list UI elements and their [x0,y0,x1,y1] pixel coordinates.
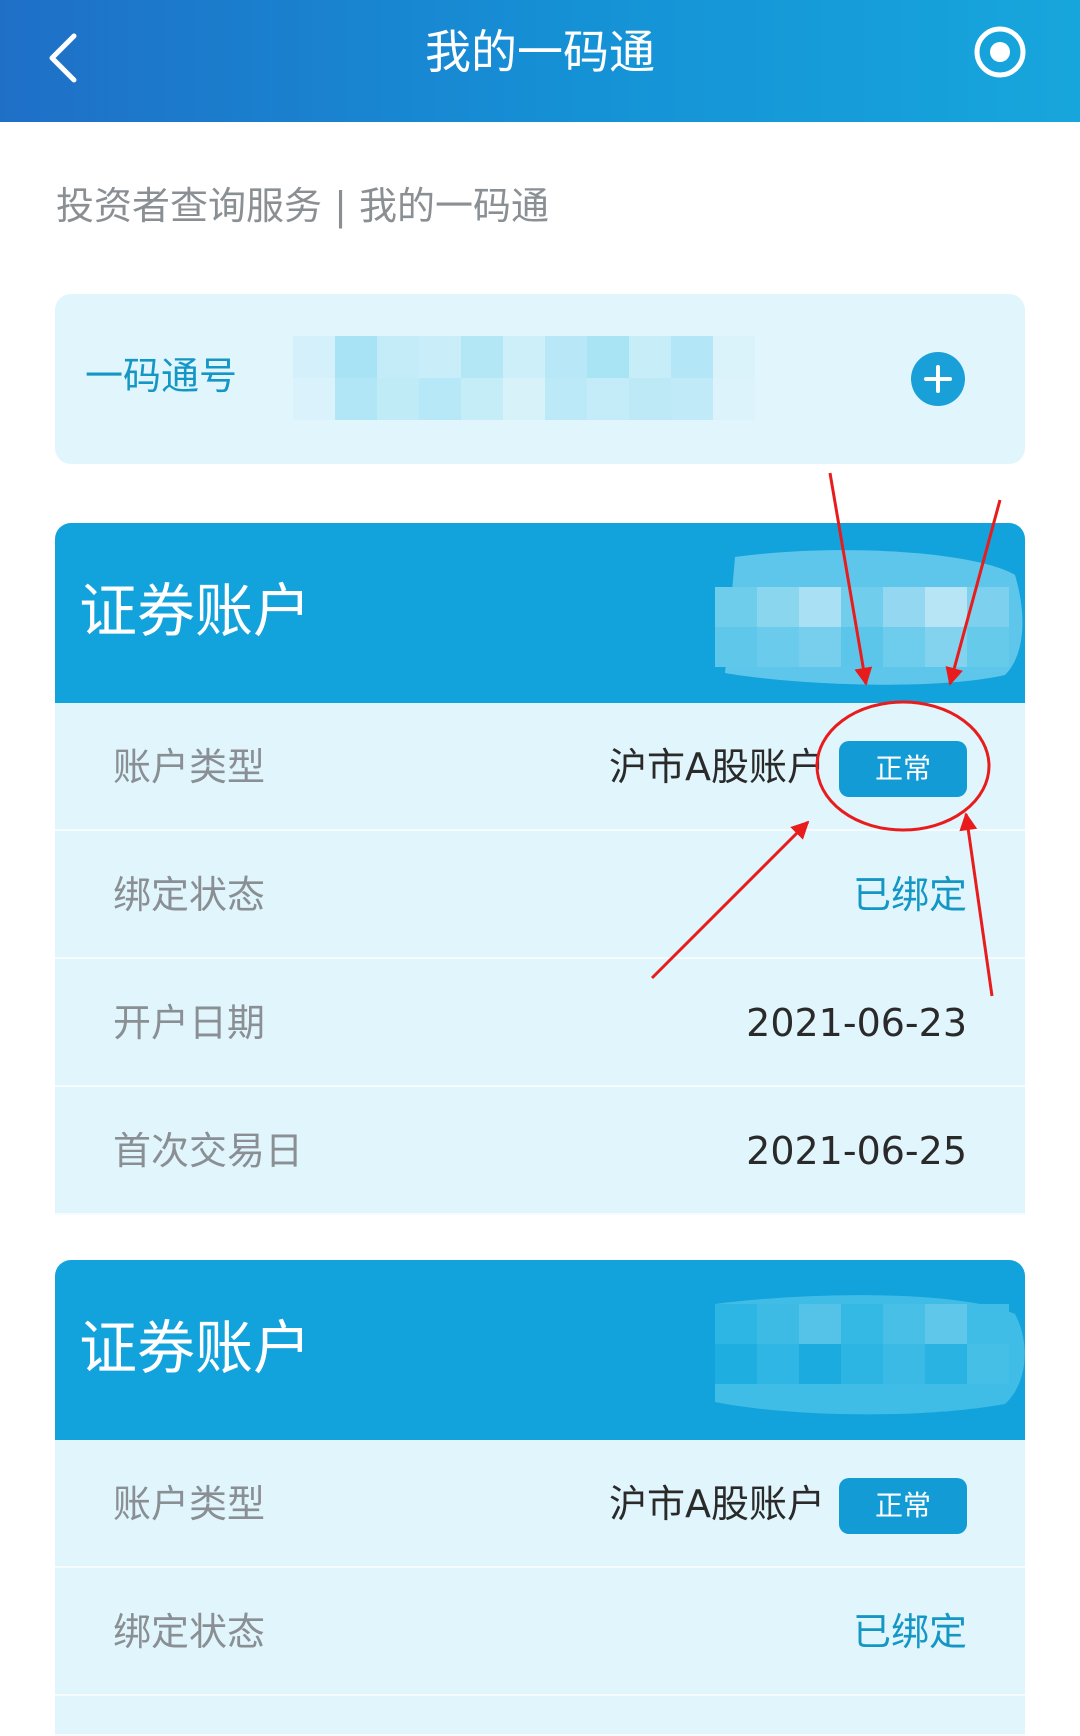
first-trade-date-value: 2021-06-25 [746,1129,967,1173]
account-header: 证券账户 [55,1260,1025,1440]
code-number-card: 一码通号 [55,294,1025,464]
bind-status-row: 绑定状态 已绑定 [55,831,1025,959]
header-bar: 我的一码通 [0,0,1080,122]
first-trade-date-row: 首次交易日 2021-06-25 [55,1087,1025,1215]
account-type-value: 沪市A股账户 [609,745,825,789]
account-title: 证券账户 [79,577,312,645]
account-type-label: 账户类型 [113,1482,266,1526]
account-type-row: 账户类型 沪市A股账户 正常 [55,1440,1025,1568]
account-type-row: 账户类型 沪市A股账户 正常 [55,703,1025,831]
record-icon[interactable] [970,22,1030,82]
page-title: 我的一码通 [425,25,655,79]
first-trade-date-label: 首次交易日 [113,1129,304,1173]
account-header: 证券账户 [55,523,1025,703]
open-date-value: 2021-06-23 [746,1001,967,1045]
code-number-label: 一码通号 [85,354,238,398]
open-date-label: 开户日期 [113,1001,266,1045]
status-badge: 正常 [839,741,967,797]
account-type-label: 账户类型 [113,745,266,789]
breadcrumb: 投资者查询服务 | 我的一码通 [56,184,549,228]
bind-status-value: 已绑定 [852,1610,967,1654]
bind-status-row: 绑定状态 已绑定 [55,1568,1025,1696]
account-type-value: 沪市A股账户 [609,1482,825,1526]
status-badge: 正常 [839,1478,967,1534]
open-date-row: 开户日期 2021-06-23 [55,959,1025,1087]
bind-status-label: 绑定状态 [113,1610,266,1654]
bind-status-label: 绑定状态 [113,873,266,917]
code-number-redacted [293,336,755,420]
account-number-redacted [715,1304,1009,1384]
account-number-redacted [715,587,1009,667]
plus-circle-icon[interactable] [911,352,965,406]
list-item [55,1696,1025,1736]
bind-status-value: 已绑定 [852,873,967,917]
account-title: 证券账户 [79,1314,312,1382]
